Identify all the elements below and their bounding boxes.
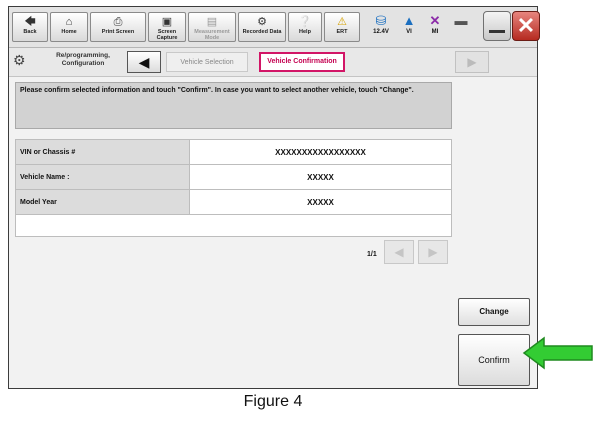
crumb-vehicle-selection[interactable]: Vehicle Selection [166,52,248,72]
table-row: Model Year XXXXX [15,189,452,215]
minimize-button[interactable] [483,11,511,41]
triangle-right-icon: ▶ [467,55,477,69]
configuration-icon: ⚙ [13,52,26,68]
vehicle-info-table: VIN or Chassis # XXXXXXXXXXXXXXXXX Vehic… [15,139,452,237]
signal-icon: ▲ [402,13,416,28]
recorded-data-button[interactable]: ⚙ Recorded Data [238,12,286,42]
instruction-message: Please confirm selected information and … [15,82,452,129]
app-window: 🡄 Back ⌂ Home ⎙ Print Screen ▣ Screen Ca… [8,6,540,389]
measurement-mode-button[interactable]: ▤ Measurement Mode [188,12,236,42]
recorded-data-icon: ⚙ [257,16,267,28]
back-button[interactable]: 🡄 Back [12,12,48,42]
section-label: Re/programming, Configuration [56,52,110,67]
table-row: Vehicle Name : XXXXX [15,164,452,190]
screen-capture-button[interactable]: ▣ Screen Capture [148,12,186,42]
model-year-value: XXXXX [189,189,452,215]
minimize-icon [489,30,505,33]
vin-label: VIN or Chassis # [15,139,190,165]
device-icon: ▬ [454,13,468,28]
meter-icon: ▤ [206,16,218,28]
help-button[interactable]: ❔ Help [288,12,322,42]
change-button[interactable]: Change [458,298,530,326]
figure-caption: Figure 4 [243,393,303,410]
breadcrumb: ⚙ Re/programming, Configuration ◀ Vehicl… [9,48,537,77]
x-mark-icon: ✕ [429,13,441,28]
home-icon: ⌂ [65,16,73,28]
next-step-button[interactable]: ▶ [455,51,489,73]
vehicle-name-label: Vehicle Name : [15,164,190,190]
printer-icon: ⎙ [113,16,123,28]
vehicle-name-value: XXXXX [189,164,452,190]
help-icon: ❔ [298,16,312,28]
triangle-right-icon: ▶ [428,245,438,259]
page-next-button[interactable]: ▶ [418,240,448,264]
print-screen-button[interactable]: ⎙ Print Screen [90,12,146,42]
model-year-label: Model Year [15,189,190,215]
confirm-button[interactable]: Confirm [458,334,530,386]
vin-value: XXXXXXXXXXXXXXXXX [189,139,452,165]
empty-cell [15,214,452,237]
previous-step-button[interactable]: ◀ [127,51,161,73]
toolbar: 🡄 Back ⌂ Home ⎙ Print Screen ▣ Screen Ca… [9,7,540,48]
triangle-left-icon: ◀ [138,54,150,70]
crumb-vehicle-confirmation: Vehicle Confirmation [259,52,345,72]
car-icon: ⛁ [375,13,387,28]
table-row: VIN or Chassis # XXXXXXXXXXXXXXXXX [15,139,452,165]
home-button[interactable]: ⌂ Home [50,12,88,42]
close-icon: ✕ [516,13,536,38]
green-arrow-icon [522,336,593,370]
device-status: ▬ [450,13,472,29]
empty-row [15,214,452,237]
warning-icon: ⚠ [337,16,347,28]
ert-button[interactable]: ⚠ ERT [324,12,360,42]
page-prev-button[interactable]: ◀ [384,240,414,264]
close-button[interactable]: ✕ [512,11,540,41]
vi-status: ▲ VI [397,13,421,35]
page-indicator: 1/1 [367,251,377,258]
battery-status: ⛁ 12.4V [366,13,396,35]
mi-status: ✕ MI [423,13,447,35]
triangle-left-icon: ◀ [394,245,404,259]
back-arrow-icon: 🡄 [24,16,36,28]
camera-icon: ▣ [161,16,173,28]
